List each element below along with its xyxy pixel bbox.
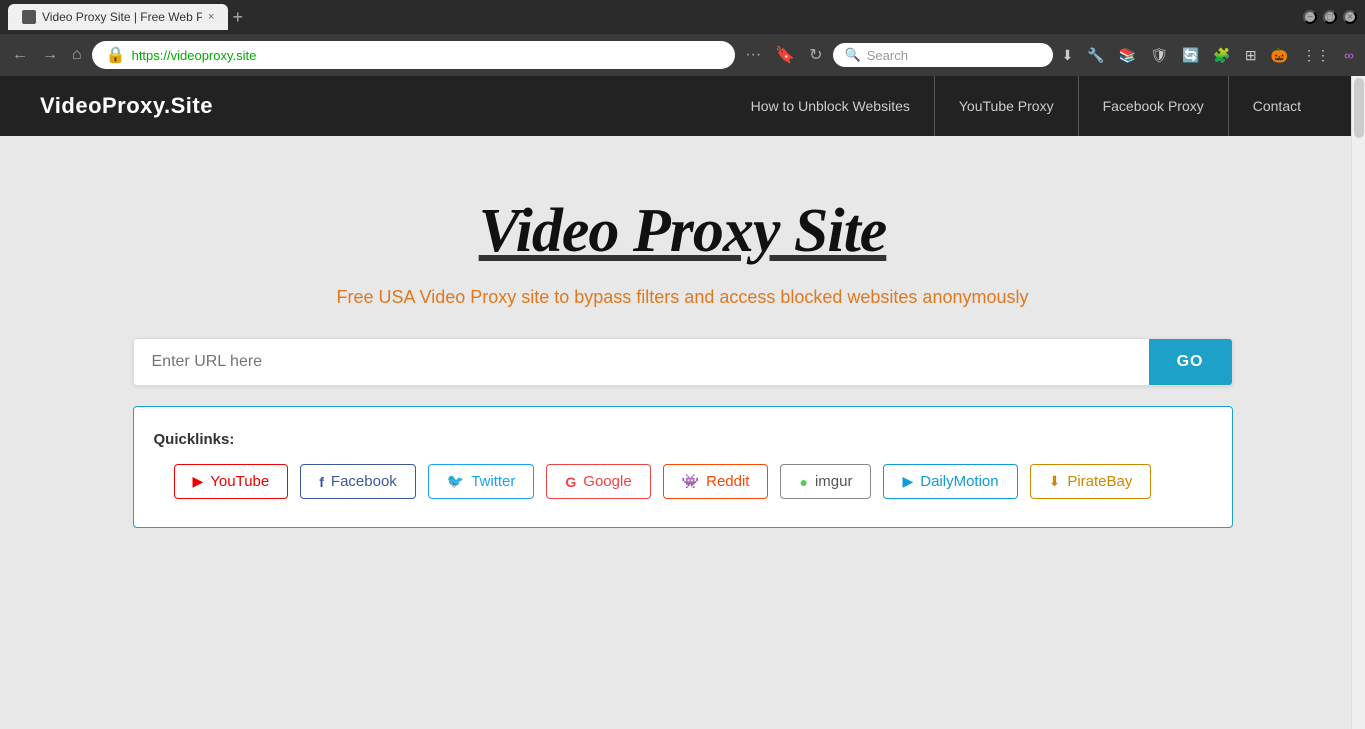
google-icon: G: [565, 474, 576, 490]
imgur-icon: ●: [799, 474, 807, 490]
nav-how-to-unblock[interactable]: How to Unblock Websites: [727, 76, 935, 136]
tab-close-button[interactable]: ×: [208, 11, 214, 23]
quicklink-twitter-label: Twitter: [471, 473, 515, 490]
tools-icon[interactable]: 🔧: [1084, 44, 1107, 67]
shield-icon[interactable]: 🛡: [1147, 44, 1171, 67]
library-icon[interactable]: 📚: [1116, 44, 1139, 67]
address-bar-row: ← → ⌂ 🔒 https://videoproxy.site ··· 🔖 ↻ …: [0, 34, 1365, 76]
quicklink-facebook[interactable]: f Facebook: [300, 464, 416, 499]
window-controls: − □ ×: [1303, 10, 1357, 24]
quicklink-youtube-label: YouTube: [210, 473, 269, 490]
scrollbar[interactable]: [1351, 76, 1365, 729]
quicklink-youtube[interactable]: ▶ YouTube: [174, 464, 289, 499]
search-bar[interactable]: 🔍 Search: [833, 43, 1053, 67]
maximize-button[interactable]: □: [1323, 10, 1337, 24]
quicklinks-box: Quicklinks: ▶ YouTube f Facebook 🐦 Twitt…: [133, 406, 1233, 528]
quicklink-google-label: Google: [583, 473, 631, 490]
browser-chrome: Video Proxy Site | Free Web Proxy t... ×…: [0, 0, 1365, 76]
reddit-icon: 👾: [682, 473, 699, 490]
site-header: VideoProxy.Site How to Unblock Websites …: [0, 76, 1365, 136]
facebook-icon: f: [319, 474, 324, 490]
quicklink-dailymotion-label: DailyMotion: [920, 473, 998, 490]
sync-icon[interactable]: 🔄: [1179, 44, 1202, 67]
url-display: https://videoproxy.site: [132, 48, 257, 63]
tab-favicon: [22, 10, 36, 24]
search-icon: 🔍: [845, 47, 861, 63]
refresh-button[interactable]: ↻: [805, 41, 826, 69]
nav-youtube-proxy[interactable]: YouTube Proxy: [935, 76, 1079, 136]
puzzle-icon[interactable]: 🧩: [1210, 44, 1233, 67]
subtitle-text: Free USA Video Proxy site to bypass filt…: [336, 287, 1028, 308]
site-logo[interactable]: VideoProxy.Site: [40, 93, 727, 119]
dailymotion-icon: ▶: [902, 473, 913, 490]
grid-icon[interactable]: ⊞: [1242, 44, 1260, 67]
main-content: Video Proxy Site Free USA Video Proxy si…: [0, 136, 1365, 729]
tab-title: Video Proxy Site | Free Web Proxy t...: [42, 10, 202, 24]
forward-button[interactable]: →: [38, 42, 62, 68]
toolbar-icons: ⬇ 🔧 📚 🛡 🔄 🧩 ⊞ 🎃 ⋮⋮ ∞: [1059, 44, 1357, 67]
quicklink-google[interactable]: G Google: [546, 464, 650, 499]
quicklinks-row: ▶ YouTube f Facebook 🐦 Twitter G Google …: [154, 464, 1212, 499]
quicklink-piratebay[interactable]: ⬇ PirateBay: [1030, 464, 1152, 499]
secure-icon: 🔒: [106, 45, 126, 65]
page-title: Video Proxy Site: [479, 196, 887, 267]
tab-bar: Video Proxy Site | Free Web Proxy t... ×…: [0, 0, 1365, 34]
url-input[interactable]: [134, 339, 1149, 385]
nav-contact[interactable]: Contact: [1229, 76, 1325, 136]
back-button[interactable]: ←: [8, 42, 32, 68]
nav-facebook-proxy[interactable]: Facebook Proxy: [1079, 76, 1229, 136]
twitter-icon: 🐦: [447, 473, 464, 490]
quicklink-imgur[interactable]: ● imgur: [780, 464, 871, 499]
active-tab[interactable]: Video Proxy Site | Free Web Proxy t... ×: [8, 4, 228, 30]
quicklink-imgur-label: imgur: [815, 473, 853, 490]
quicklink-piratebay-label: PirateBay: [1067, 473, 1132, 490]
home-button[interactable]: ⌂: [68, 42, 86, 68]
piratebay-icon: ⬇: [1049, 473, 1061, 490]
quicklink-reddit-label: Reddit: [706, 473, 749, 490]
youtube-icon: ▶: [193, 473, 204, 490]
close-window-button[interactable]: ×: [1343, 10, 1357, 24]
quicklink-facebook-label: Facebook: [331, 473, 397, 490]
emoji-icon[interactable]: 🎃: [1268, 44, 1291, 67]
search-placeholder: Search: [867, 48, 908, 63]
bookmark-button[interactable]: 🔖: [771, 41, 799, 69]
quicklink-twitter[interactable]: 🐦 Twitter: [428, 464, 535, 499]
minimize-button[interactable]: −: [1303, 10, 1317, 24]
go-button[interactable]: GO: [1149, 339, 1232, 385]
new-tab-button[interactable]: +: [232, 7, 243, 28]
apps-icon[interactable]: ⋮⋮: [1299, 44, 1333, 67]
quicklink-dailymotion[interactable]: ▶ DailyMotion: [883, 464, 1017, 499]
url-form: GO: [133, 338, 1233, 386]
scrollbar-thumb[interactable]: [1354, 78, 1364, 138]
more-options-button[interactable]: ···: [741, 42, 765, 68]
quicklinks-label: Quicklinks:: [154, 431, 1212, 448]
download-icon[interactable]: ⬇: [1059, 44, 1077, 67]
infinity-icon[interactable]: ∞: [1341, 44, 1357, 66]
quicklink-reddit[interactable]: 👾 Reddit: [663, 464, 769, 499]
site-nav: How to Unblock Websites YouTube Proxy Fa…: [727, 76, 1325, 136]
address-bar[interactable]: 🔒 https://videoproxy.site: [92, 41, 736, 69]
